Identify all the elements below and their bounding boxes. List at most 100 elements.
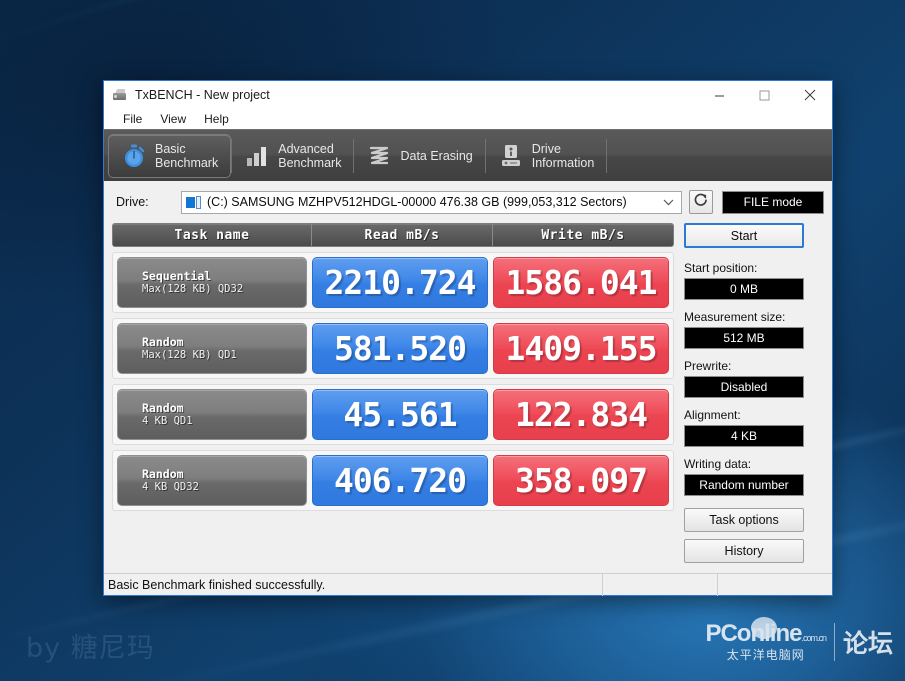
tab-advanced-benchmark[interactable]: Advanced Benchmark bbox=[232, 134, 353, 178]
tab-data-erasing[interactable]: Data Erasing bbox=[354, 134, 484, 178]
tab-basic-benchmark[interactable]: Basic Benchmark bbox=[108, 134, 231, 178]
close-icon[interactable] bbox=[787, 81, 832, 109]
task-subtitle: 4 KB QD32 bbox=[142, 481, 306, 494]
tab-label: Drive Information bbox=[532, 142, 595, 170]
menu-bar: File View Help bbox=[104, 109, 832, 129]
read-value-cell: 2210.724 bbox=[312, 257, 488, 308]
main-content: Drive: (C:) SAMSUNG MZHPV512HDGL-00000 4… bbox=[104, 181, 832, 573]
drive-selection-row: Drive: (C:) SAMSUNG MZHPV512HDGL-00000 4… bbox=[112, 189, 824, 215]
column-header-read: Read mB/s bbox=[311, 224, 492, 246]
write-value: 1586.041 bbox=[506, 266, 657, 300]
read-value-cell: 406.720 bbox=[312, 455, 488, 506]
write-value: 122.834 bbox=[515, 398, 647, 432]
task-title: Random bbox=[142, 467, 306, 481]
window-controls bbox=[697, 81, 832, 109]
drive-info-icon bbox=[498, 143, 524, 169]
task-options-button[interactable]: Task options bbox=[684, 508, 804, 532]
table-row[interactable]: Random 4 KB QD32 406.720 358.097 bbox=[112, 450, 674, 511]
pconline-brand-suffix: .com.cn bbox=[801, 633, 826, 643]
prewrite-value[interactable]: Disabled bbox=[684, 376, 804, 398]
task-subtitle: 4 KB QD1 bbox=[142, 415, 306, 428]
wallpaper-light-streak bbox=[0, 0, 905, 54]
measurement-size-value[interactable]: 512 MB bbox=[684, 327, 804, 349]
task-name-cell: Sequential Max(128 KB) QD32 bbox=[117, 257, 307, 308]
menu-help[interactable]: Help bbox=[195, 111, 238, 127]
bar-chart-icon bbox=[244, 143, 270, 169]
menu-view[interactable]: View bbox=[151, 111, 195, 127]
watermark-divider bbox=[834, 623, 835, 661]
status-pane-secondary bbox=[602, 574, 717, 596]
read-value: 581.520 bbox=[334, 332, 466, 366]
table-row[interactable]: Random Max(128 KB) QD1 581.520 1409.155 bbox=[112, 318, 674, 379]
task-subtitle: Max(128 KB) QD1 bbox=[142, 349, 306, 362]
task-title: Random bbox=[142, 335, 306, 349]
writing-data-value[interactable]: Random number bbox=[684, 474, 804, 496]
tab-separator bbox=[606, 139, 607, 173]
prewrite-label: Prewrite: bbox=[684, 359, 804, 373]
pconline-brand-cn: 太平洋电脑网 bbox=[727, 649, 805, 661]
task-name-cell: Random 4 KB QD1 bbox=[117, 389, 307, 440]
tab-bar: Basic Benchmark Advanced Benchmark Data … bbox=[104, 129, 832, 181]
refresh-icon bbox=[693, 192, 709, 213]
read-value-cell: 45.561 bbox=[312, 389, 488, 440]
alignment-label: Alignment: bbox=[684, 408, 804, 422]
status-message: Basic Benchmark finished successfully. bbox=[104, 578, 602, 592]
measurement-size-label: Measurement size: bbox=[684, 310, 804, 324]
write-value-cell: 122.834 bbox=[493, 389, 669, 440]
file-mode-indicator[interactable]: FILE mode bbox=[722, 191, 824, 214]
tab-label: Data Erasing bbox=[400, 149, 472, 163]
chevron-down-icon[interactable] bbox=[663, 193, 674, 211]
task-name-cell: Random Max(128 KB) QD1 bbox=[117, 323, 307, 374]
title-bar[interactable]: TxBENCH - New project bbox=[104, 81, 832, 109]
refresh-button[interactable] bbox=[689, 190, 713, 214]
results-panel: Task name Read mB/s Write mB/s Sequentia… bbox=[112, 223, 674, 573]
column-header-write: Write mB/s bbox=[492, 224, 673, 246]
results-rows: Sequential Max(128 KB) QD32 2210.724 158… bbox=[112, 252, 674, 511]
start-position-label: Start position: bbox=[684, 261, 804, 275]
task-title: Sequential bbox=[142, 269, 306, 283]
write-value-cell: 1409.155 bbox=[493, 323, 669, 374]
maximize-icon[interactable] bbox=[742, 81, 787, 109]
tab-drive-information[interactable]: Drive Information bbox=[486, 134, 607, 178]
drive-select[interactable]: (C:) SAMSUNG MZHPV512HDGL-00000 476.38 G… bbox=[181, 191, 682, 214]
read-value: 45.561 bbox=[343, 398, 456, 432]
shredder-icon bbox=[366, 143, 392, 169]
status-pane-tertiary bbox=[717, 574, 832, 596]
window-title: TxBENCH - New project bbox=[135, 88, 270, 102]
content-columns: Task name Read mB/s Write mB/s Sequentia… bbox=[112, 215, 824, 573]
column-header-task-name: Task name bbox=[113, 224, 311, 246]
stopwatch-icon bbox=[121, 143, 147, 169]
status-bar: Basic Benchmark finished successfully. bbox=[104, 573, 832, 595]
history-button[interactable]: History bbox=[684, 539, 804, 563]
watermark-forum: 论坛 bbox=[843, 624, 893, 660]
watermark-pconline: PConline.com.cn 太平洋电脑网 论坛 bbox=[705, 622, 893, 661]
read-value-cell: 581.520 bbox=[312, 323, 488, 374]
tab-label: Advanced Benchmark bbox=[278, 142, 341, 170]
drive-icon bbox=[112, 87, 128, 103]
minimize-icon[interactable] bbox=[697, 81, 742, 109]
drive-label: Drive: bbox=[112, 195, 174, 209]
writing-data-label: Writing data: bbox=[684, 457, 804, 471]
read-value: 406.720 bbox=[334, 464, 466, 498]
pconline-logo: PConline.com.cn 太平洋电脑网 bbox=[705, 622, 826, 661]
watermark-author: by 糖尼玛 bbox=[26, 626, 155, 665]
write-value: 358.097 bbox=[515, 464, 647, 498]
task-title: Random bbox=[142, 401, 306, 415]
disk-icon bbox=[186, 196, 202, 209]
tab-label: Basic Benchmark bbox=[155, 142, 218, 170]
write-value-cell: 1586.041 bbox=[493, 257, 669, 308]
read-value: 2210.724 bbox=[325, 266, 476, 300]
task-name-cell: Random 4 KB QD32 bbox=[117, 455, 307, 506]
write-value: 1409.155 bbox=[506, 332, 657, 366]
start-position-value[interactable]: 0 MB bbox=[684, 278, 804, 300]
results-header-row: Task name Read mB/s Write mB/s bbox=[112, 223, 674, 247]
txbench-window: TxBENCH - New project File View Help bbox=[103, 80, 833, 596]
alignment-value[interactable]: 4 KB bbox=[684, 425, 804, 447]
drive-selected-value: (C:) SAMSUNG MZHPV512HDGL-00000 476.38 G… bbox=[207, 195, 627, 209]
start-button[interactable]: Start bbox=[684, 223, 804, 248]
menu-file[interactable]: File bbox=[114, 111, 151, 127]
table-row[interactable]: Sequential Max(128 KB) QD32 2210.724 158… bbox=[112, 252, 674, 313]
write-value-cell: 358.097 bbox=[493, 455, 669, 506]
task-subtitle: Max(128 KB) QD32 bbox=[142, 283, 306, 296]
table-row[interactable]: Random 4 KB QD1 45.561 122.834 bbox=[112, 384, 674, 445]
